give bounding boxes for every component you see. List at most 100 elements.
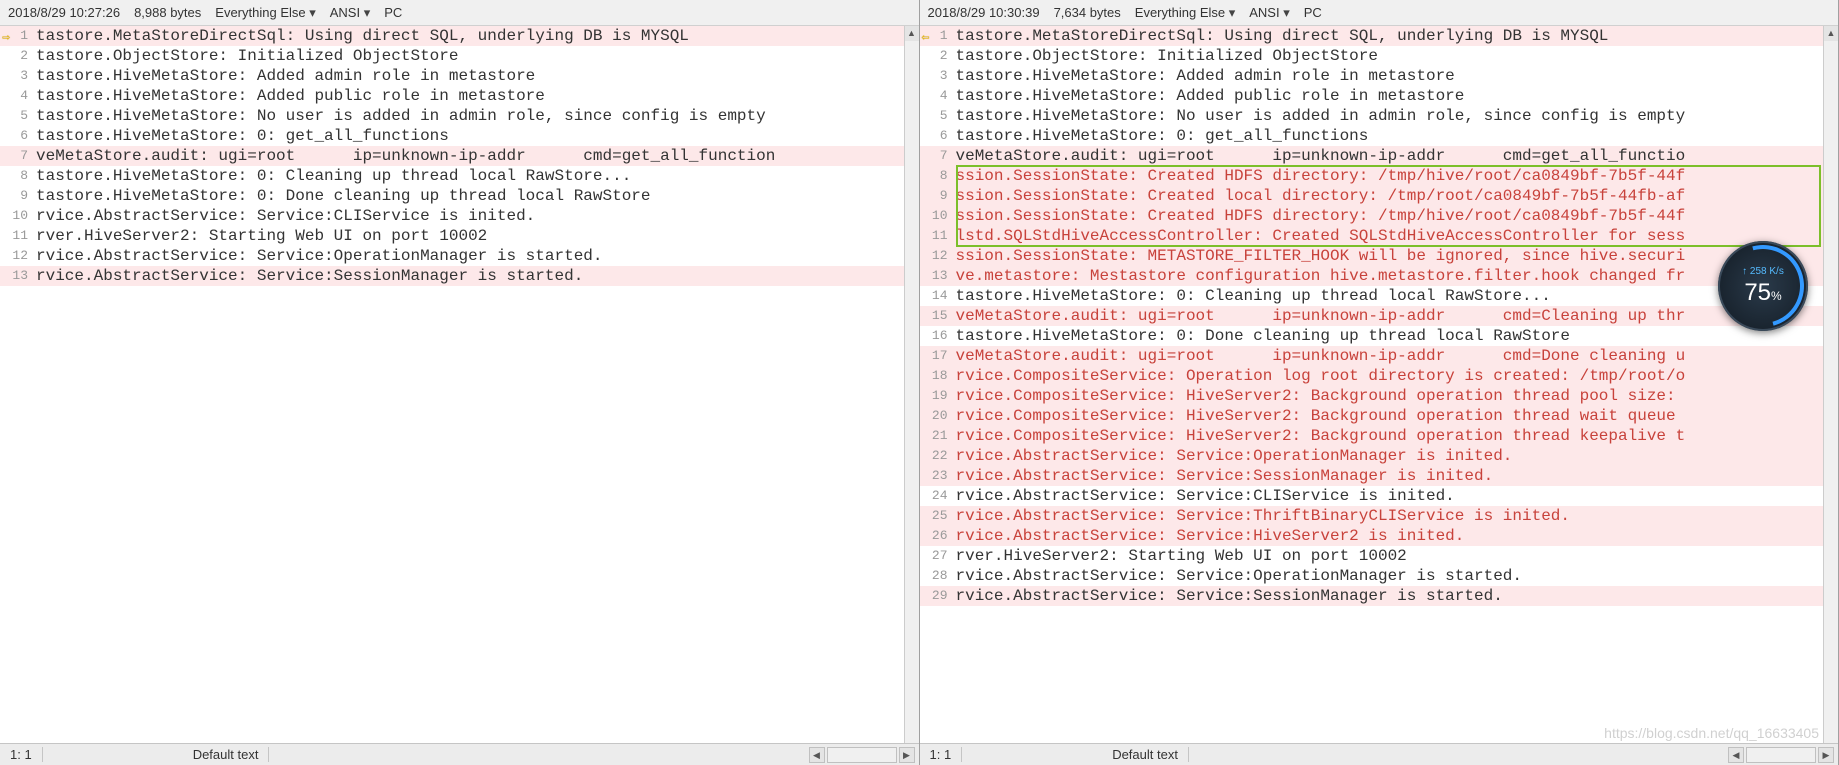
code-line[interactable]: 10rvice.AbstractService: Service:CLIServ… <box>0 206 904 226</box>
code-line[interactable]: 11lstd.SQLStdHiveAccessController: Creat… <box>920 226 1824 246</box>
line-number: 25 <box>920 506 956 526</box>
code-line[interactable]: 1⇨tastore.MetaStoreDirectSql: Using dire… <box>0 26 904 46</box>
right-vertical-scrollbar[interactable]: ▲ <box>1823 26 1838 743</box>
code-line[interactable]: 27rver.HiveServer2: Starting Web UI on p… <box>920 546 1824 566</box>
line-number: 4 <box>920 86 956 106</box>
scroll-left-icon[interactable]: ◀ <box>1728 747 1744 763</box>
left-encoding-dropdown[interactable]: ANSI <box>330 5 370 21</box>
right-bytes: 7,634 bytes <box>1054 5 1121 20</box>
code-line[interactable]: 10ssion.SessionState: Created HDFS direc… <box>920 206 1824 226</box>
code-text: tastore.HiveMetaStore: 0: Cleaning up th… <box>36 166 904 186</box>
code-line[interactable]: 3tastore.HiveMetaStore: Added admin role… <box>0 66 904 86</box>
watermark-text: https://blog.csdn.net/qq_16633405 <box>1604 725 1819 741</box>
code-line[interactable]: 18rvice.CompositeService: Operation log … <box>920 366 1824 386</box>
scroll-left-icon[interactable]: ◀ <box>809 747 825 763</box>
left-mode: Default text <box>183 747 270 762</box>
code-line[interactable]: 2tastore.ObjectStore: Initialized Object… <box>920 46 1824 66</box>
code-line[interactable]: 28rvice.AbstractService: Service:Operati… <box>920 566 1824 586</box>
scroll-right-icon[interactable]: ▶ <box>1818 747 1834 763</box>
line-number: 24 <box>920 486 956 506</box>
left-code-area[interactable]: 1⇨tastore.MetaStoreDirectSql: Using dire… <box>0 26 919 743</box>
right-mode: Default text <box>1102 747 1189 762</box>
code-line[interactable]: 29rvice.AbstractService: Service:Session… <box>920 586 1824 606</box>
code-line[interactable]: 4tastore.HiveMetaStore: Added public rol… <box>920 86 1824 106</box>
line-number: 13 <box>0 266 36 286</box>
code-line[interactable]: 12rvice.AbstractService: Service:Operati… <box>0 246 904 266</box>
code-text: tastore.HiveMetaStore: Added admin role … <box>956 66 1824 86</box>
line-number: 12 <box>0 246 36 266</box>
code-line[interactable]: 6tastore.HiveMetaStore: 0: get_all_funct… <box>0 126 904 146</box>
code-text: tastore.HiveMetaStore: 0: Cleaning up th… <box>956 286 1824 306</box>
network-speed-widget[interactable]: ↑ 258 K/s 75% <box>1718 241 1808 331</box>
line-number: 5 <box>0 106 36 126</box>
line-number: 6 <box>920 126 956 146</box>
code-line[interactable]: 14tastore.HiveMetaStore: 0: Cleaning up … <box>920 286 1824 306</box>
code-line[interactable]: 15veMetaStore.audit: ugi=root ip=unknown… <box>920 306 1824 326</box>
code-text: rvice.CompositeService: HiveServer2: Bac… <box>956 406 1824 426</box>
code-line[interactable]: 17veMetaStore.audit: ugi=root ip=unknown… <box>920 346 1824 366</box>
code-line[interactable]: 25rvice.AbstractService: Service:ThriftB… <box>920 506 1824 526</box>
code-text: rvice.CompositeService: Operation log ro… <box>956 366 1824 386</box>
code-line[interactable]: 11rver.HiveServer2: Starting Web UI on p… <box>0 226 904 246</box>
code-line[interactable]: 5tastore.HiveMetaStore: No user is added… <box>0 106 904 126</box>
code-line[interactable]: 9ssion.SessionState: Created local direc… <box>920 186 1824 206</box>
code-line[interactable]: 13ve.metastore: Mestastore configuration… <box>920 266 1824 286</box>
right-timestamp: 2018/8/29 10:30:39 <box>928 5 1040 20</box>
code-text: tastore.HiveMetaStore: No user is added … <box>956 106 1824 126</box>
left-horizontal-scrollbar[interactable]: ◀ ▶ <box>809 747 919 763</box>
right-filter-dropdown[interactable]: Everything Else <box>1135 5 1235 21</box>
code-line[interactable]: 26rvice.AbstractService: Service:HiveSer… <box>920 526 1824 546</box>
line-number: 1⇨ <box>0 26 36 46</box>
code-line[interactable]: 7veMetaStore.audit: ugi=root ip=unknown-… <box>920 146 1824 166</box>
code-text: rvice.AbstractService: Service:CLIServic… <box>956 486 1824 506</box>
code-text: rvice.AbstractService: Service:Operation… <box>956 446 1824 466</box>
code-line[interactable]: 20rvice.CompositeService: HiveServer2: B… <box>920 406 1824 426</box>
code-line[interactable]: 6tastore.HiveMetaStore: 0: get_all_funct… <box>920 126 1824 146</box>
left-vertical-scrollbar[interactable]: ▲ <box>904 26 919 743</box>
scroll-right-icon[interactable]: ▶ <box>899 747 915 763</box>
line-number: 19 <box>920 386 956 406</box>
code-text: rver.HiveServer2: Starting Web UI on por… <box>36 226 904 246</box>
code-line[interactable]: 8tastore.HiveMetaStore: 0: Cleaning up t… <box>0 166 904 186</box>
line-number: 8 <box>0 166 36 186</box>
code-line[interactable]: 7veMetaStore.audit: ugi=root ip=unknown-… <box>0 146 904 166</box>
code-text: ssion.SessionState: Created local direct… <box>956 186 1824 206</box>
line-number: 23 <box>920 466 956 486</box>
code-text: veMetaStore.audit: ugi=root ip=unknown-i… <box>956 146 1824 166</box>
left-pane: 2018/8/29 10:27:26 8,988 bytes Everythin… <box>0 0 920 765</box>
code-text: rvice.AbstractService: Service:Operation… <box>36 246 904 266</box>
scroll-up-icon[interactable]: ▲ <box>905 26 919 41</box>
code-line[interactable]: 24rvice.AbstractService: Service:CLIServ… <box>920 486 1824 506</box>
line-number: 21 <box>920 426 956 446</box>
line-number: 13 <box>920 266 956 286</box>
code-line[interactable]: 2tastore.ObjectStore: Initialized Object… <box>0 46 904 66</box>
code-line[interactable]: 3tastore.HiveMetaStore: Added admin role… <box>920 66 1824 86</box>
right-horizontal-scrollbar[interactable]: ◀ ▶ <box>1728 747 1838 763</box>
code-text: tastore.HiveMetaStore: Added admin role … <box>36 66 904 86</box>
left-filter-dropdown[interactable]: Everything Else <box>215 5 315 21</box>
right-code-area[interactable]: 1⇦tastore.MetaStoreDirectSql: Using dire… <box>920 26 1839 743</box>
code-line[interactable]: 21rvice.CompositeService: HiveServer2: B… <box>920 426 1824 446</box>
line-number: 18 <box>920 366 956 386</box>
code-line[interactable]: 8ssion.SessionState: Created HDFS direct… <box>920 166 1824 186</box>
code-text: veMetaStore.audit: ugi=root ip=unknown-i… <box>956 306 1824 326</box>
scroll-up-icon[interactable]: ▲ <box>1824 26 1838 41</box>
upload-speed: ↑ 258 K/s <box>1742 266 1784 277</box>
code-line[interactable]: 22rvice.AbstractService: Service:Operati… <box>920 446 1824 466</box>
line-number: 2 <box>0 46 36 66</box>
code-line[interactable]: 1⇦tastore.MetaStoreDirectSql: Using dire… <box>920 26 1824 46</box>
code-line[interactable]: 16tastore.HiveMetaStore: 0: Done cleanin… <box>920 326 1824 346</box>
code-line[interactable]: 13rvice.AbstractService: Service:Session… <box>0 266 904 286</box>
code-line[interactable]: 9tastore.HiveMetaStore: 0: Done cleaning… <box>0 186 904 206</box>
code-line[interactable]: 19rvice.CompositeService: HiveServer2: B… <box>920 386 1824 406</box>
line-number: 17 <box>920 346 956 366</box>
code-line[interactable]: 23rvice.AbstractService: Service:Session… <box>920 466 1824 486</box>
code-text: rvice.AbstractService: Service:Operation… <box>956 566 1824 586</box>
code-line[interactable]: 4tastore.HiveMetaStore: Added public rol… <box>0 86 904 106</box>
code-line[interactable]: 5tastore.HiveMetaStore: No user is added… <box>920 106 1824 126</box>
code-text: tastore.HiveMetaStore: Added public role… <box>36 86 904 106</box>
code-line[interactable]: 12ssion.SessionState: METASTORE_FILTER_H… <box>920 246 1824 266</box>
code-text: tastore.MetaStoreDirectSql: Using direct… <box>36 26 904 46</box>
right-encoding-dropdown[interactable]: ANSI <box>1249 5 1289 21</box>
line-number: 3 <box>920 66 956 86</box>
